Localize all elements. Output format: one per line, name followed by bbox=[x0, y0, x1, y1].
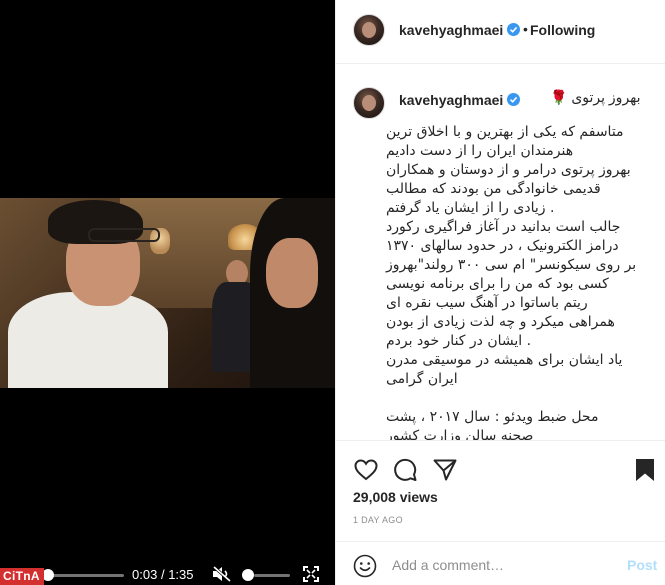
video-person-right bbox=[248, 198, 335, 388]
comment-bar: Post bbox=[336, 541, 665, 585]
caption-line: هنرمندان ایران را از دست دادیم bbox=[386, 143, 574, 159]
caption-line: ایران گرامی bbox=[386, 371, 458, 387]
share-icon[interactable] bbox=[432, 457, 458, 483]
playback-time: 0:03 / 1:35 bbox=[132, 567, 194, 582]
post-header: kavehyaghmaei • Following bbox=[336, 0, 665, 64]
video-frame[interactable] bbox=[0, 198, 335, 388]
verified-badge-icon bbox=[507, 93, 521, 106]
caption-line: ریتم باساتوا در آهنگ سیب نقره ای bbox=[386, 295, 588, 311]
video-controls: 0:03 / 1:35 bbox=[0, 558, 335, 585]
avatar[interactable] bbox=[353, 87, 385, 119]
caption-headline: بهروز پرتوی 🌹 bbox=[550, 89, 641, 105]
caption-username-text[interactable]: kavehyaghmaei bbox=[399, 92, 503, 108]
caption-line bbox=[386, 389, 640, 408]
emoji-icon[interactable] bbox=[353, 554, 377, 578]
fullscreen-icon[interactable] bbox=[303, 566, 319, 582]
caption-line: بهروز پرتوی درامر و از دوستان و همکاران bbox=[386, 162, 631, 178]
header-separator: • bbox=[523, 21, 528, 37]
header-username-text[interactable]: kavehyaghmaei bbox=[399, 22, 503, 38]
duration: 1:35 bbox=[168, 567, 194, 582]
current-time: 0:03 bbox=[132, 567, 158, 582]
view-count[interactable]: 29,008 views bbox=[353, 489, 438, 505]
volume-handle[interactable] bbox=[242, 569, 254, 581]
volume-slider[interactable] bbox=[254, 574, 290, 577]
following-button[interactable]: Following bbox=[530, 22, 595, 38]
post-button[interactable]: Post bbox=[627, 557, 657, 573]
caption-line: بر روی سیکونسر" ام سی ۳۰۰ رولند"بهروز bbox=[386, 257, 637, 273]
caption-line: کسی بود که من را برای برنامه نویسی bbox=[386, 276, 609, 292]
caption-username[interactable]: kavehyaghmaei bbox=[399, 92, 521, 108]
caption-area: kavehyaghmaei بهروز پرتوی 🌹 متاسفم که یک… bbox=[336, 65, 665, 440]
header-username[interactable]: kavehyaghmaei bbox=[399, 22, 521, 38]
caption-line: یاد ایشان برای همیشه در موسیقی مدرن bbox=[386, 352, 623, 368]
post-sidebar: kavehyaghmaei • Following kavehyaghmaei … bbox=[335, 0, 665, 585]
comment-icon[interactable] bbox=[392, 457, 418, 483]
avatar[interactable] bbox=[353, 14, 385, 46]
progress-bar[interactable] bbox=[46, 574, 124, 577]
caption-line: محل ضبط ویدئو : سال ۲۰۱۷ ، پشت bbox=[386, 409, 599, 425]
verified-badge-icon bbox=[507, 23, 521, 36]
caption-line: . زیادی را از ایشان یاد گرفتم bbox=[386, 200, 555, 216]
caption-line: متاسفم که یکی از بهترین و با اخلاق ترین bbox=[386, 124, 624, 140]
comment-input[interactable] bbox=[392, 554, 620, 576]
bookmark-icon[interactable] bbox=[632, 457, 658, 483]
caption-line: . ایشان در کنار خود بردم bbox=[386, 333, 532, 349]
mute-icon[interactable] bbox=[212, 566, 232, 582]
heart-icon[interactable] bbox=[353, 457, 379, 483]
caption-line: جالب است بدانید در آغاز فراگیری رکورد bbox=[386, 219, 621, 235]
caption-line: همراهی میکرد و چه لذت زیادی از بودن bbox=[386, 314, 615, 330]
caption-line: قدیمی خانوادگی من بودند که مطالب bbox=[386, 181, 601, 197]
time-separator: / bbox=[160, 567, 165, 582]
watermark-logo: CiTnA bbox=[0, 568, 44, 585]
video-person-left bbox=[8, 200, 168, 388]
post-date[interactable]: 1 DAY AGO bbox=[353, 515, 403, 525]
video-player[interactable]: 0:03 / 1:35 CiTnA bbox=[0, 0, 335, 585]
progress-handle[interactable] bbox=[42, 569, 55, 581]
caption-line: درامز الکترونیک ، در حدود سالهای ۱۳۷۰ bbox=[386, 238, 619, 254]
caption-line: صحنه سالن وزارت کشور bbox=[386, 428, 534, 440]
caption-text: متاسفم که یکی از بهترین و با اخلاق ترین ه… bbox=[386, 123, 640, 440]
